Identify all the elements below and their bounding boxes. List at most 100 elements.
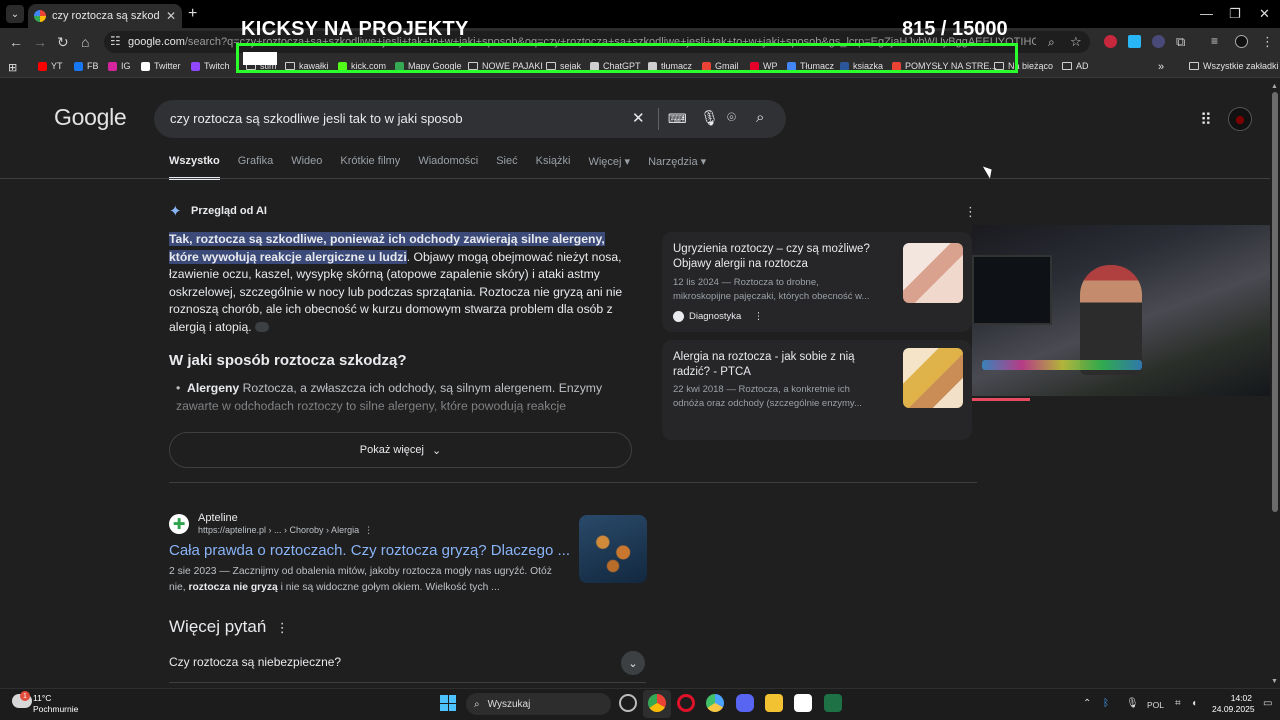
ai-more-options-icon[interactable]: ⋮ <box>964 204 977 220</box>
extension-icon-2[interactable] <box>1152 35 1165 48</box>
scrollbar-thumb[interactable] <box>1272 92 1278 512</box>
mic-tray-icon[interactable]: 🎙 <box>1126 698 1139 709</box>
discord-icon[interactable] <box>736 694 754 712</box>
result-title-link[interactable]: Cała prawda o roztoczach. Czy roztocza g… <box>169 542 570 559</box>
webcam-rgb-keyboard <box>982 360 1142 370</box>
lens-camera-icon[interactable]: ⌾ <box>727 109 736 126</box>
account-avatar[interactable] <box>1228 107 1252 131</box>
bookmark-item[interactable]: YT <box>38 61 63 71</box>
tab-wszystko[interactable]: Wszystko <box>169 155 220 180</box>
show-more-button[interactable]: Pokaż więcej ⌄ <box>169 432 632 468</box>
apteline-favicon-icon[interactable]: ✚ <box>169 514 189 534</box>
tray-overflow-icon[interactable]: ⌃ <box>1083 698 1091 709</box>
apps-grid-icon[interactable]: ⊞ <box>8 61 17 74</box>
source-title[interactable]: Ugryzienia roztoczy – czy są możliwe? Ob… <box>673 242 883 272</box>
source-meta: 12 lis 2024 — Roztocza to drobne, <box>673 277 819 288</box>
restore-icon[interactable]: ❐ <box>1229 6 1241 22</box>
language-indicator[interactable]: POL <box>1147 700 1164 710</box>
scroll-up-icon[interactable]: ▲ <box>1271 83 1278 90</box>
home-icon[interactable]: ⌂ <box>81 34 89 50</box>
bookmark-item[interactable]: IG <box>108 61 131 71</box>
google-logo[interactable]: Google <box>54 104 127 131</box>
chevron-down-icon: ⌄ <box>431 444 442 457</box>
network-icon[interactable]: ⌗ <box>1175 698 1181 709</box>
more-options-icon[interactable]: ⋮ <box>364 525 373 535</box>
search-icon[interactable]: ⌕ <box>756 109 764 126</box>
bookmark-item[interactable]: Twitch <box>191 61 230 71</box>
tab-siec[interactable]: Sieć <box>496 155 517 180</box>
forward-icon[interactable]: → <box>33 34 47 50</box>
bookmarks-overflow-icon[interactable]: » <box>1158 61 1164 73</box>
tab-narzedzia[interactable]: Narzędzia ▾ <box>648 155 706 180</box>
reload-icon[interactable]: ↻ <box>57 34 69 51</box>
site-info-icon[interactable]: ☷ <box>110 34 121 48</box>
bluetooth-icon[interactable]: ᛒ <box>1103 698 1109 709</box>
tab-search-button[interactable]: ⌄ <box>6 5 24 23</box>
back-icon[interactable]: ← <box>9 34 23 50</box>
notifications-icon[interactable]: ▭ <box>1263 698 1272 709</box>
search-icon: ⌕ <box>474 698 480 710</box>
scroll-down-icon[interactable]: ▼ <box>1271 678 1278 685</box>
tab-wiadomosci[interactable]: Wiadomości <box>418 155 478 180</box>
source-thumbnail[interactable] <box>903 243 963 303</box>
close-window-icon[interactable]: ✕ <box>1259 6 1270 22</box>
paa-question[interactable]: Czy roztocza są niebezpieczne? <box>169 655 341 669</box>
search-tabs: Wszystko Grafika Wideo Krótkie filmy Wia… <box>169 155 724 180</box>
stream-overlay-frame <box>236 43 1018 73</box>
all-bookmarks[interactable]: Wszystkie zakładki <box>1189 61 1279 71</box>
tab-ksiazki[interactable]: Książki <box>536 155 571 180</box>
weather-temp[interactable]: 11°C <box>33 693 51 703</box>
tab-wideo[interactable]: Wideo <box>291 155 322 180</box>
menu-kebab-icon[interactable]: ⋮ <box>1261 34 1274 50</box>
source-site[interactable]: Diagnostyka ⋮ <box>673 311 763 322</box>
extensions-puzzle-icon[interactable]: ⧉ <box>1176 34 1185 50</box>
chevron-down-icon[interactable]: ⌄ <box>621 651 645 675</box>
record-extension-icon[interactable] <box>1104 35 1117 48</box>
tab-groups-icon[interactable]: ≡ <box>1211 34 1218 48</box>
more-options-icon[interactable]: ⋮ <box>754 311 764 322</box>
taskbar-search[interactable]: ⌕ Wyszukaj <box>466 693 611 715</box>
volume-icon[interactable]: ◖ <box>1191 698 1197 709</box>
ai-link-icon[interactable] <box>254 322 269 333</box>
source-thumbnail[interactable] <box>903 348 963 408</box>
clock[interactable]: 14:02 24.09.2025 <box>1212 693 1255 715</box>
profile-icon[interactable] <box>1235 35 1248 48</box>
search-input[interactable]: czy roztocza są szkodliwe jesli tak to w… <box>170 111 463 126</box>
result-site-name[interactable]: Apteline <box>198 512 238 524</box>
close-tab-icon[interactable]: ✕ <box>166 9 176 23</box>
windows-start-icon[interactable] <box>440 695 456 711</box>
weather-condition[interactable]: Pochmurnie <box>33 704 78 714</box>
notes-app-icon[interactable] <box>794 694 812 712</box>
google-apps-icon[interactable]: ⠿ <box>1200 110 1212 130</box>
ai-sources-panel: Ugryzienia roztoczy – czy są możliwe? Ob… <box>662 232 972 440</box>
chrome-icon[interactable] <box>648 694 666 712</box>
zoom-icon[interactable]: ⌕ <box>1048 35 1055 50</box>
bookmark-item[interactable]: Twitter <box>141 61 181 71</box>
tab-wiecej[interactable]: Więcej ▾ <box>588 155 630 180</box>
file-explorer-icon[interactable] <box>765 694 783 712</box>
bookmark-star-icon[interactable]: ☆ <box>1070 34 1082 50</box>
minimize-icon[interactable]: — <box>1200 6 1213 21</box>
source-card[interactable]: Ugryzienia roztoczy – czy są możliwe? Ob… <box>662 232 972 332</box>
result-thumbnail[interactable] <box>579 515 647 583</box>
tab-krotkie-filmy[interactable]: Krótkie filmy <box>340 155 400 180</box>
source-title[interactable]: Alergia na roztocza - jak sobie z nią ra… <box>673 350 883 380</box>
ai-section-divider <box>169 482 977 483</box>
opera-icon[interactable] <box>677 694 695 712</box>
source-card[interactable]: Alergia na roztocza - jak sobie z nią ra… <box>662 340 972 440</box>
taskbar-app-icon[interactable] <box>619 694 637 712</box>
bookmark-item[interactable]: FB <box>74 61 99 71</box>
tab-grafika[interactable]: Grafika <box>238 155 273 180</box>
result-url[interactable]: https://apteline.pl › ... › Choroby › Al… <box>198 525 373 536</box>
extension-icon[interactable] <box>1128 35 1141 48</box>
microphone-icon[interactable]: 🎙 <box>700 109 719 127</box>
keyboard-icon[interactable]: ⌨ <box>668 111 687 127</box>
clear-search-icon[interactable]: ✕ <box>632 109 645 127</box>
ai-sparkle-icon: ✦ <box>169 203 182 220</box>
browser-tab[interactable]: czy roztocza są szkodliwe jesli t ✕ <box>28 4 182 28</box>
browser-app-icon[interactable] <box>706 694 724 712</box>
new-tab-button[interactable]: + <box>188 5 197 23</box>
more-options-icon[interactable]: ⋮ <box>276 620 289 635</box>
bookmark-item[interactable]: AD <box>1062 61 1089 71</box>
excel-icon[interactable] <box>824 694 842 712</box>
